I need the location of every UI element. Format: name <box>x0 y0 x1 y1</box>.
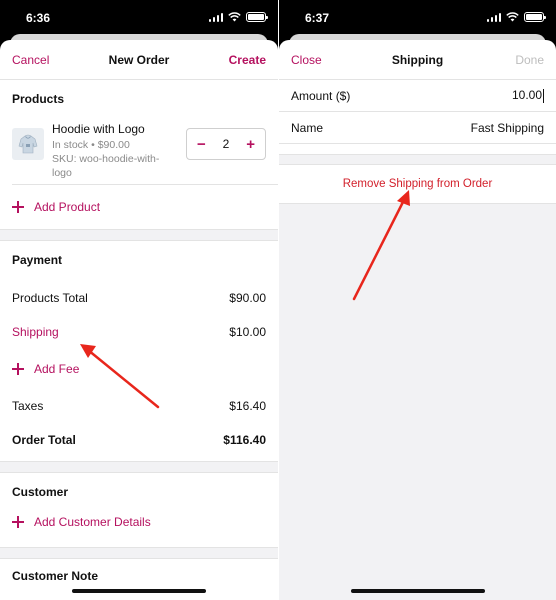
annotation-arrow-icon <box>80 190 410 409</box>
remove-arrow-shaft <box>352 198 406 301</box>
shipping-arrow-shaft <box>86 348 160 409</box>
